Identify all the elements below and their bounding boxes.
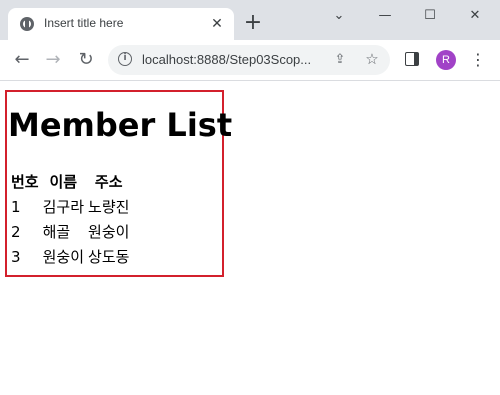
maximize-icon[interactable]: ☐ xyxy=(415,6,445,26)
table-cell: 김구라 xyxy=(42,198,85,216)
forward-arrow-icon[interactable]: → xyxy=(43,50,63,70)
table-cell: 1 xyxy=(11,197,21,216)
share-icon[interactable]: ⇪ xyxy=(332,52,348,68)
column-header: 주소 xyxy=(94,173,123,191)
browser-toolbar: ← → ↻ i localhost:8888/Step03Scop... ⇪ ☆… xyxy=(0,40,500,81)
reload-icon[interactable]: ↻ xyxy=(76,50,96,70)
table-cell: 2 xyxy=(11,222,21,241)
column-header: 이름 xyxy=(49,173,78,191)
globe-icon xyxy=(20,17,34,31)
window-close-icon[interactable]: ✕ xyxy=(460,6,490,26)
table-cell: 3 xyxy=(11,247,21,266)
browser-tab[interactable]: Insert title here ✕ xyxy=(8,8,234,40)
table-row: 3 원숭이 상도동 xyxy=(10,245,130,268)
table-cell: 원숭이 xyxy=(42,248,85,266)
kebab-menu-icon[interactable]: ⋮ xyxy=(470,50,486,70)
back-arrow-icon[interactable]: ← xyxy=(12,50,32,70)
member-table: 번호 이름 주소 1 김구라 노량진 2 해골 원숭이 3 원숭이 상도동 xyxy=(8,168,132,270)
table-row: 2 해골 원숭이 xyxy=(10,220,130,243)
table-cell: 원숭이 xyxy=(88,223,130,241)
side-panel-icon[interactable] xyxy=(405,52,419,66)
page-content: Member List 번호 이름 주소 1 김구라 노량진 2 해골 원숭이 … xyxy=(0,81,500,395)
address-bar[interactable]: i localhost:8888/Step03Scop... ⇪ ☆ xyxy=(108,45,390,75)
table-cell: 상도동 xyxy=(88,248,130,266)
minimize-icon[interactable]: — xyxy=(370,6,400,26)
chevron-down-icon[interactable]: ⌄ xyxy=(324,6,354,26)
plus-icon[interactable]: + xyxy=(243,12,263,34)
table-header-row: 번호 이름 주소 xyxy=(10,170,130,193)
avatar[interactable]: R xyxy=(436,50,456,70)
table-row: 1 김구라 노량진 xyxy=(10,195,130,218)
page-title: Member List xyxy=(8,106,233,144)
column-header: 번호 xyxy=(11,173,39,191)
table-cell: 해골 xyxy=(42,223,71,241)
tab-title: Insert title here xyxy=(44,16,124,30)
close-icon[interactable]: ✕ xyxy=(209,16,225,32)
browser-chrome: Insert title here ✕ + ⌄ — ☐ ✕ ← → ↻ i lo… xyxy=(0,0,500,81)
url-text[interactable]: localhost:8888/Step03Scop... xyxy=(142,52,311,67)
star-icon[interactable]: ☆ xyxy=(364,51,380,67)
tab-strip: Insert title here ✕ + ⌄ — ☐ ✕ xyxy=(0,0,500,40)
table-cell: 노량진 xyxy=(88,198,130,216)
info-icon[interactable]: i xyxy=(118,52,132,66)
